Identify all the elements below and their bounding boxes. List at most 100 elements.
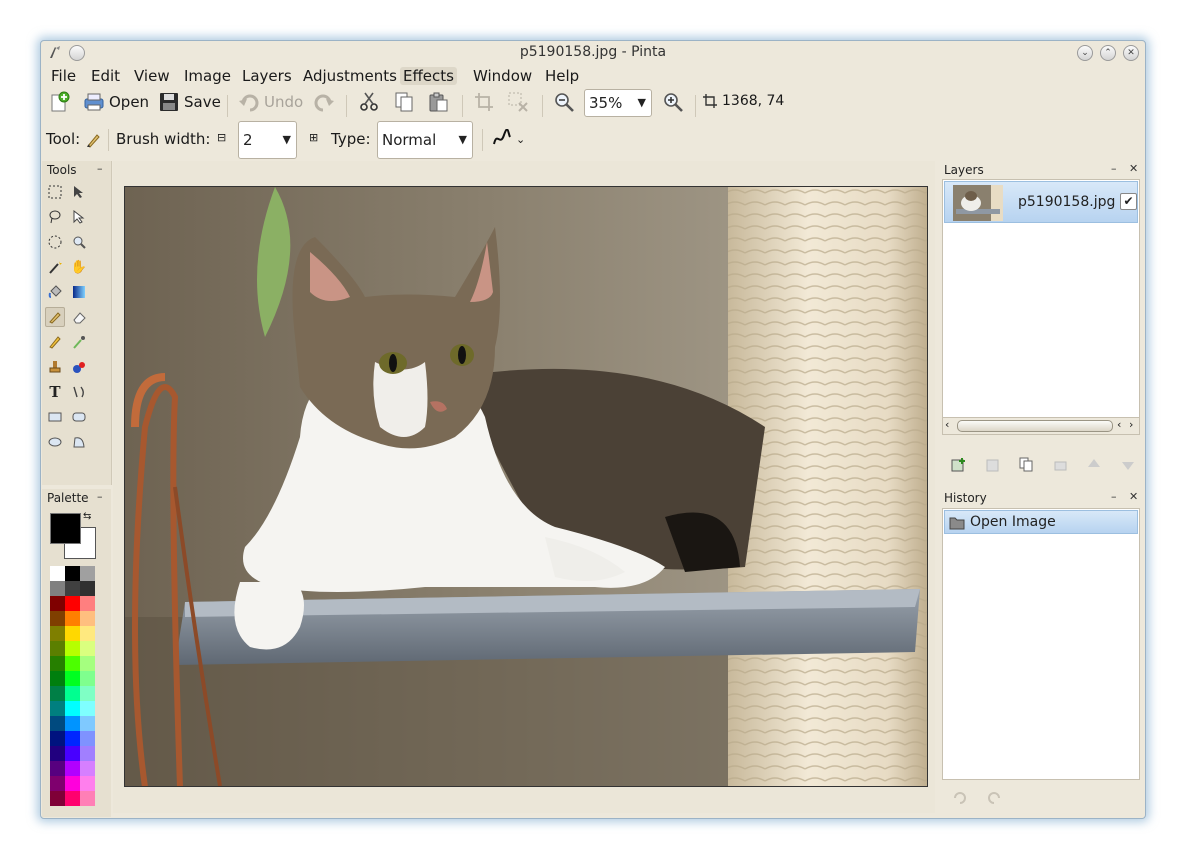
palette-swatch[interactable] <box>65 566 80 581</box>
layers-panel-minimize[interactable]: – <box>1111 162 1117 175</box>
palette-swatch[interactable] <box>65 791 80 806</box>
zoom-combo[interactable]: 35% ▼ <box>584 89 652 117</box>
maximize-button[interactable]: ⌃ <box>1100 45 1116 61</box>
palette-swatch[interactable] <box>65 581 80 596</box>
palette-swatch[interactable] <box>80 596 95 611</box>
brush-width-combo[interactable]: 2 ▼ <box>238 121 297 159</box>
palette-swatch[interactable] <box>50 566 65 581</box>
palette-swatch[interactable] <box>80 611 95 626</box>
open-button[interactable]: Open <box>83 91 149 113</box>
freeform-shape-tool[interactable] <box>69 432 89 452</box>
layers-panel-close[interactable]: ✕ <box>1129 162 1138 175</box>
palette-swatch[interactable] <box>65 746 80 761</box>
palette-swatch[interactable] <box>50 701 65 716</box>
palette-swatch[interactable] <box>50 596 65 611</box>
text-tool[interactable]: T <box>45 382 65 402</box>
brush-width-increase-button[interactable]: ⊞ <box>309 131 318 144</box>
primary-color-swatch[interactable] <box>50 513 81 544</box>
menu-help[interactable]: Help <box>542 67 582 85</box>
close-window-button[interactable]: ✕ <box>1123 45 1139 61</box>
deselect-button[interactable] <box>507 91 529 113</box>
menu-window[interactable]: Window <box>470 67 535 85</box>
palette-swatch[interactable] <box>65 596 80 611</box>
palette-swatch[interactable] <box>50 626 65 641</box>
palette-swatch[interactable] <box>50 761 65 776</box>
menu-edit[interactable]: Edit <box>88 67 123 85</box>
palette-swatch[interactable] <box>80 701 95 716</box>
move-selected-tool[interactable] <box>69 182 89 202</box>
merge-layer-down-icon[interactable] <box>1053 457 1068 472</box>
history-redo-icon[interactable] <box>987 789 1003 805</box>
lasso-select-tool[interactable] <box>45 207 65 227</box>
move-layer-up-icon[interactable] <box>1087 457 1102 472</box>
layer-row[interactable]: p5190158.jpg ✔ <box>944 181 1138 223</box>
undo-button[interactable]: Undo <box>238 91 303 113</box>
menu-effects[interactable]: Effects <box>400 67 457 85</box>
menu-adjustments[interactable]: Adjustments <box>300 67 400 85</box>
clone-stamp-tool[interactable] <box>45 357 65 377</box>
brush-type-combo[interactable]: Normal ▼ <box>377 121 473 159</box>
rounded-rectangle-tool[interactable] <box>69 407 89 427</box>
gradient-tool[interactable] <box>69 282 89 302</box>
menu-file[interactable]: File <box>48 67 79 85</box>
palette-swatch[interactable] <box>65 611 80 626</box>
palette-swatch[interactable] <box>65 641 80 656</box>
palette-swatch[interactable] <box>80 746 95 761</box>
palette-swatch[interactable] <box>80 716 95 731</box>
palette-swatch[interactable] <box>50 746 65 761</box>
paintbrush-tool[interactable] <box>45 307 65 327</box>
scroll-right-icon[interactable]: › <box>1129 418 1133 431</box>
palette-swatch[interactable] <box>50 791 65 806</box>
palette-swatch[interactable] <box>65 671 80 686</box>
add-layer-icon[interactable] <box>951 457 966 472</box>
palette-swatch[interactable] <box>50 641 65 656</box>
scroll-left-icon[interactable]: ‹ <box>945 418 949 431</box>
color-picker-tool[interactable] <box>69 332 89 352</box>
palette-swatch[interactable] <box>65 626 80 641</box>
menu-layers[interactable]: Layers <box>239 67 295 85</box>
palette-swatch[interactable] <box>65 716 80 731</box>
new-image-button[interactable] <box>49 91 71 113</box>
rectangle-select-tool[interactable] <box>45 182 65 202</box>
palette-swatch[interactable] <box>65 701 80 716</box>
palette-swatch[interactable] <box>65 656 80 671</box>
history-panel-minimize[interactable]: – <box>1111 490 1117 503</box>
palette-swatch[interactable] <box>65 731 80 746</box>
magic-wand-tool[interactable] <box>45 257 65 277</box>
scroll-left-icon[interactable]: ‹ <box>1117 418 1121 431</box>
scrollbar-thumb[interactable] <box>957 420 1113 432</box>
zoom-out-button[interactable] <box>553 91 575 113</box>
history-undo-icon[interactable] <box>951 789 967 805</box>
layer-visibility-checkbox[interactable]: ✔ <box>1120 193 1137 210</box>
palette-swatch[interactable] <box>50 776 65 791</box>
line-curve-tool[interactable] <box>69 382 89 402</box>
palette-swatch[interactable] <box>80 656 95 671</box>
palette-swatch[interactable] <box>80 791 95 806</box>
layers-horizontal-scrollbar[interactable]: ‹ ‹ › <box>943 417 1139 434</box>
palette-swatch[interactable] <box>50 716 65 731</box>
delete-layer-icon[interactable] <box>985 457 1000 472</box>
palette-swatch[interactable] <box>80 671 95 686</box>
menu-image[interactable]: Image <box>181 67 234 85</box>
palette-swatch[interactable] <box>80 776 95 791</box>
zoom-tool[interactable] <box>69 232 89 252</box>
history-item[interactable]: Open Image <box>944 510 1138 534</box>
palette-swatch[interactable] <box>50 656 65 671</box>
redo-button[interactable] <box>313 91 335 113</box>
antialiasing-dropdown[interactable]: ⌄ <box>492 129 525 149</box>
eraser-tool[interactable] <box>69 307 89 327</box>
pan-tool[interactable]: ✋ <box>69 257 89 277</box>
rectangle-tool[interactable] <box>45 407 65 427</box>
history-panel-close[interactable]: ✕ <box>1129 490 1138 503</box>
palette-swatch[interactable] <box>50 671 65 686</box>
palette-swatch[interactable] <box>50 611 65 626</box>
palette-swatch[interactable] <box>65 776 80 791</box>
palette-swatch[interactable] <box>80 626 95 641</box>
recolor-tool[interactable] <box>69 357 89 377</box>
save-button[interactable]: Save <box>158 91 221 113</box>
duplicate-layer-icon[interactable] <box>1019 457 1034 472</box>
tools-panel-minimize[interactable]: – <box>97 162 103 175</box>
image-canvas[interactable] <box>124 186 928 787</box>
palette-swatch[interactable] <box>80 641 95 656</box>
palette-panel-minimize[interactable]: – <box>97 490 103 503</box>
